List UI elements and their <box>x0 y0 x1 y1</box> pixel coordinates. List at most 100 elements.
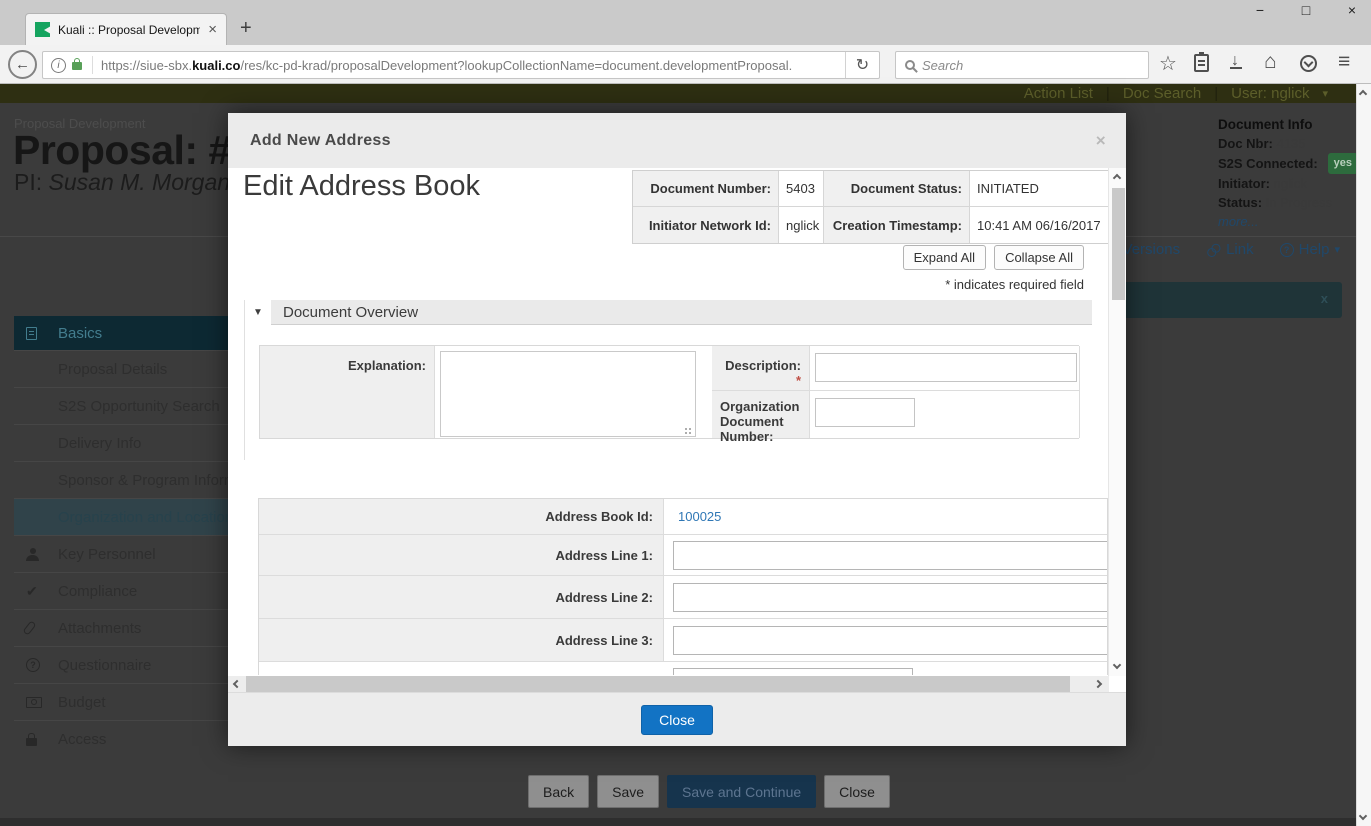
sidebar-item-label: S2S Opportunity Search <box>58 398 220 415</box>
back-page-button[interactable]: Back <box>528 775 589 808</box>
address-line-1-input[interactable] <box>673 541 1108 570</box>
document-number-label: Document Number: <box>633 171 779 207</box>
address-line-1-label: Address Line 1: <box>259 535 664 575</box>
close-page-button[interactable]: Close <box>824 775 890 808</box>
window-controls: − □ × <box>1253 2 1359 18</box>
clipped-row-input[interactable] <box>673 668 913 675</box>
search-box[interactable] <box>895 51 1149 79</box>
new-tab-button[interactable]: + <box>240 17 252 40</box>
home-icon[interactable]: ⌂ <box>1264 50 1277 74</box>
tab-title: Kuali :: Proposal Developme <box>58 23 200 37</box>
s2s-line: S2S Connected:yes <box>1218 153 1358 174</box>
help-caret-icon: ▾ <box>1334 243 1340 256</box>
link-link[interactable]: Link <box>1206 241 1254 258</box>
dialog-close-icon[interactable]: × <box>1096 131 1106 151</box>
sidebar-item-delivery-info[interactable]: Delivery Info <box>14 424 240 461</box>
search-input[interactable] <box>922 58 1148 73</box>
page-info-icon[interactable]: i <box>51 58 66 73</box>
collapse-all-button[interactable]: Collapse All <box>994 245 1084 270</box>
scroll-down-icon[interactable] <box>1359 812 1367 820</box>
document-number-value: 5403 <box>779 171 824 207</box>
sidebar-item-label: Proposal Details <box>58 361 167 378</box>
save-button[interactable]: Save <box>597 775 659 808</box>
status-value: In Progress <box>1266 195 1332 210</box>
save-and-continue-button[interactable]: Save and Continue <box>667 775 816 808</box>
window-minimize-icon[interactable]: − <box>1253 2 1267 18</box>
sidebar-item-compliance[interactable]: ✔Compliance <box>14 572 240 609</box>
sidebar-item-organization-and-location[interactable]: Organization and Location <box>14 498 240 535</box>
expand-all-button[interactable]: Expand All <box>903 245 986 270</box>
explanation-cell <box>435 346 712 438</box>
explanation-textarea[interactable] <box>440 351 696 437</box>
clipped-row <box>259 662 1107 675</box>
help-menu[interactable]: ?Help▾ <box>1280 241 1340 258</box>
address-line-3-label: Address Line 3: <box>259 619 664 661</box>
panel-close-icon[interactable]: x <box>1321 291 1328 306</box>
dialog-close-button[interactable]: Close <box>641 705 713 735</box>
sidebar-item-label: Key Personnel <box>58 546 156 563</box>
edit-address-book-title: Edit Address Book <box>243 170 480 203</box>
required-star: * <box>796 373 801 388</box>
organization-document-number-input[interactable] <box>815 398 915 427</box>
browser-tab[interactable]: Kuali :: Proposal Developme × <box>25 13 227 45</box>
sidebar-item-budget[interactable]: Budget <box>14 683 240 720</box>
url-domain: kuali.co <box>192 58 240 73</box>
resize-grip-icon[interactable] <box>685 428 687 430</box>
sidebar-item-label: Questionnaire <box>58 657 151 674</box>
sidebar-item-label: Attachments <box>58 620 141 637</box>
address-line-3-input[interactable] <box>673 626 1108 655</box>
address-line-2-input[interactable] <box>673 583 1108 612</box>
document-overview-header: Document Overview <box>271 300 1092 325</box>
vertical-scroll-thumb[interactable] <box>1112 188 1125 300</box>
paperclip-icon <box>26 621 33 635</box>
document-overview-section: ▼ Document Overview Description: * Expla… <box>244 300 1092 460</box>
sidebar-item-access[interactable]: Access <box>14 720 240 757</box>
bookmark-star-icon[interactable]: ☆ <box>1159 51 1177 76</box>
page-scrollbar[interactable] <box>1356 84 1371 826</box>
https-lock-icon[interactable] <box>72 62 82 70</box>
sidebar-item-attachments[interactable]: Attachments <box>14 609 240 646</box>
action-list-link[interactable]: Action List <box>1024 85 1093 102</box>
address-book-table: Address Book Id: 100025 Address Line 1: … <box>258 498 1108 675</box>
back-button[interactable]: ← <box>8 50 37 79</box>
description-input[interactable] <box>815 353 1077 382</box>
disclosure-icon[interactable]: ▼ <box>253 307 263 318</box>
initiator-value: nglick <box>1274 176 1307 191</box>
creation-timestamp-value: 10:41 AM 06/16/2017 <box>970 207 1109 243</box>
window-maximize-icon[interactable]: □ <box>1299 2 1313 18</box>
dialog-horizontal-scrollbar[interactable] <box>228 676 1109 692</box>
scroll-up-icon[interactable] <box>1113 174 1121 182</box>
sidebar-item-basics[interactable]: Basics <box>14 316 240 350</box>
s2s-status-badge: yes <box>1328 153 1358 174</box>
help-label: Help <box>1299 241 1330 258</box>
scroll-left-icon[interactable] <box>233 680 241 688</box>
downloads-icon[interactable]: ↓ <box>1231 52 1239 70</box>
user-menu[interactable]: User: nglick <box>1231 85 1309 102</box>
scroll-up-icon[interactable] <box>1359 90 1367 98</box>
url-bar[interactable]: i https://siue-sbx.kuali.co/res/kc-pd-kr… <box>42 51 880 79</box>
user-caret-icon[interactable]: ▾ <box>1322 87 1328 100</box>
doc-search-link[interactable]: Doc Search <box>1123 85 1201 102</box>
tab-close-icon[interactable]: × <box>208 22 217 37</box>
sidebar-item-proposal-details[interactable]: Proposal Details <box>14 350 240 387</box>
dialog-vertical-scrollbar[interactable] <box>1108 168 1126 676</box>
organization-document-number-label: Organization Document Number: <box>712 391 810 438</box>
scroll-right-icon[interactable] <box>1094 680 1102 688</box>
sidebar-item-questionnaire[interactable]: ? Questionnaire <box>14 646 240 683</box>
bookmarks-menu-icon[interactable] <box>1194 54 1209 72</box>
sidebar-item-key-personnel[interactable]: Key Personnel <box>14 535 240 572</box>
scroll-down-icon[interactable] <box>1113 661 1121 669</box>
pocket-icon[interactable] <box>1300 55 1317 72</box>
pi-label: PI: <box>14 169 42 195</box>
question-icon: ? <box>26 658 40 672</box>
sidebar-item-s2s-opportunity-search[interactable]: S2S Opportunity Search <box>14 387 240 424</box>
window-close-icon[interactable]: × <box>1345 2 1359 18</box>
app-topbar: Action List | Doc Search | User: nglick … <box>0 84 1356 103</box>
menu-icon[interactable]: ≡ <box>1338 50 1350 74</box>
reload-button[interactable]: ↻ <box>845 52 879 78</box>
sidebar-item-label: Compliance <box>58 583 137 600</box>
address-line-1-row: Address Line 1: <box>259 535 1107 576</box>
sidebar-item-sponsor-program-information[interactable]: Sponsor & Program Information <box>14 461 240 498</box>
more-link[interactable]: more... <box>1218 212 1358 231</box>
horizontal-scroll-thumb[interactable] <box>246 676 1070 692</box>
